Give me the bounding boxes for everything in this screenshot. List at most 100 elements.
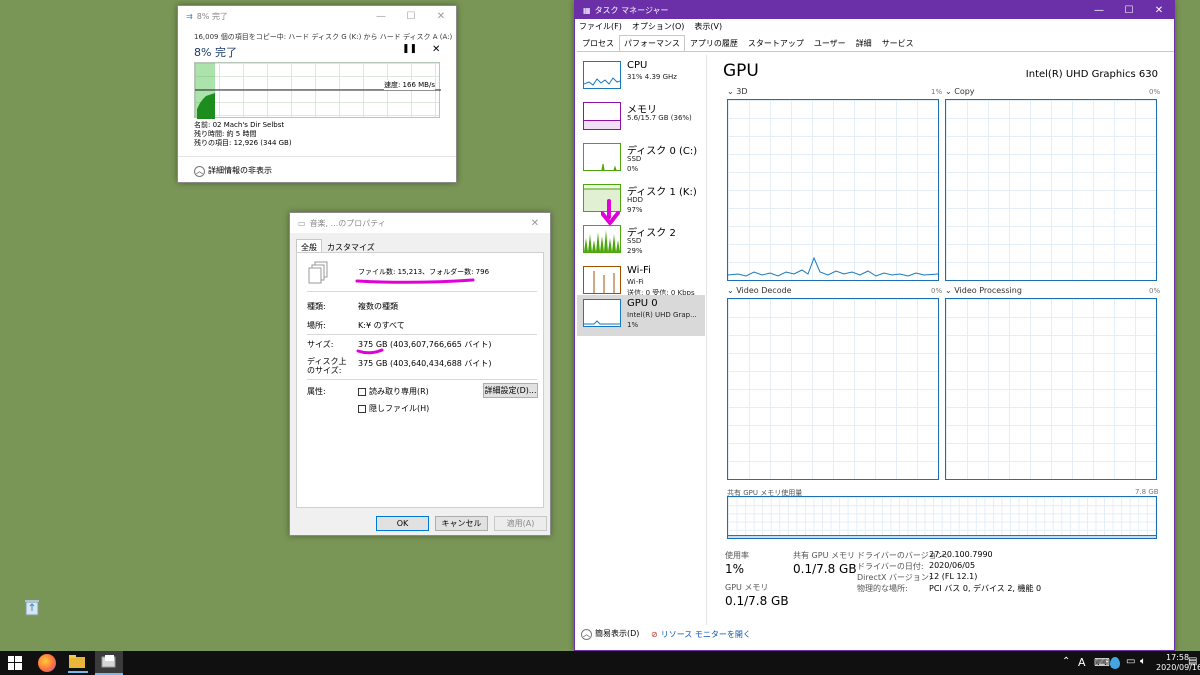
explorer-taskbar-icon[interactable] (68, 653, 88, 673)
copy-titlebar: ⇉ 8% 完了 — ☐ ✕ (178, 6, 456, 26)
copy-speed: 速度: 166 MB/s (383, 80, 435, 90)
sidebar-item-cpu[interactable]: CPU 31% 4.39 GHz (577, 57, 705, 98)
recycle-bin-icon[interactable] (22, 597, 42, 617)
cpu-sub: 31% 4.39 GHz (627, 73, 677, 81)
menu-file[interactable]: ファイル(F) (579, 21, 622, 32)
clock-time[interactable]: 17:58 (1166, 653, 1189, 662)
properties-content: ファイル数: 15,213、フォルダー数: 796 種類: 複数の種類 場所: … (296, 252, 544, 508)
disk1-sub: HDD (627, 196, 644, 204)
tab-performance[interactable]: パフォーマンス (619, 35, 685, 51)
sidebar-item-disk0[interactable]: ディスク 0 (C:) SSD 0% (577, 139, 705, 180)
network-icon[interactable]: ▭ (1126, 656, 1135, 667)
tm-titlebar: ▦ タスク マネージャー — ☐ ✕ (575, 1, 1174, 19)
chevron-up-circle-icon: ︿ (581, 629, 592, 640)
tab-services[interactable]: サービス (877, 35, 919, 51)
tab-details[interactable]: 詳細 (851, 35, 877, 51)
tab-processes[interactable]: プロセス (577, 35, 619, 51)
engine-3d-label: ⌄ 3D (727, 87, 748, 96)
start-button[interactable] (8, 656, 22, 672)
tm-maximize-button[interactable]: ☐ (1114, 1, 1144, 19)
readonly-check-box[interactable] (358, 387, 366, 396)
sidebar-item-disk2[interactable]: ディスク 2 SSD 29% (577, 221, 705, 262)
driver-date-label: ドライバーの日付: (857, 562, 924, 571)
performance-sidebar: CPU 31% 4.39 GHz メモリ 5.6/15.7 GB (36%) デ… (577, 55, 707, 625)
memory-sub: 5.6/15.7 GB (36%) (627, 114, 692, 122)
tab-app-history[interactable]: アプリの履歴 (685, 35, 743, 51)
gpu-model: Intel(R) UHD Graphics 630 (1025, 69, 1158, 80)
firefox-taskbar-icon[interactable] (38, 654, 56, 672)
disk1-val: 97% (627, 206, 643, 214)
engine-decode-pct: 0% (931, 287, 943, 295)
cancel-button[interactable]: キャンセル (435, 516, 488, 531)
collapse-3d-icon[interactable]: ⌄ (727, 87, 736, 96)
collapse-copy-icon[interactable]: ⌄ (945, 87, 954, 96)
tm-minimize-button[interactable]: — (1084, 1, 1114, 19)
tm-close-button[interactable]: ✕ (1144, 1, 1174, 19)
pause-button[interactable]: ❚❚ (402, 44, 417, 54)
sidebar-item-gpu[interactable]: GPU 0 Intel(R) UHD Grap... 1% (577, 295, 705, 336)
menu-options[interactable]: オプション(O) (632, 21, 685, 32)
highlight-underline-size (356, 348, 384, 355)
collapse-processing-icon[interactable]: ⌄ (945, 286, 954, 295)
cpu-thumbnail (583, 61, 621, 89)
ime-indicator[interactable]: A (1078, 656, 1086, 669)
apply-button[interactable]: 適用(A) (494, 516, 547, 531)
notifications-icon[interactable]: ▤ (1188, 656, 1197, 667)
files-stack-icon (307, 261, 329, 287)
tm-title: タスク マネージャー (594, 5, 669, 15)
wifi-sub: Wi-Fi (627, 278, 644, 286)
divider-2 (307, 334, 537, 335)
graph-copy (945, 99, 1157, 281)
graph-video-processing (945, 298, 1157, 480)
toggle-details-button[interactable]: ︿ 詳細情報の非表示 (194, 165, 272, 177)
readonly-checkbox[interactable]: 読み取り専用(R) (358, 386, 429, 397)
file-count: ファイル数: 15,213、フォルダー数: 796 (358, 268, 490, 276)
gpu-name: GPU 0 (627, 298, 658, 309)
simple-view-label: 簡易表示(D) (595, 629, 640, 638)
tray-overflow-icon[interactable]: ⌃ (1062, 656, 1070, 667)
minimize-button[interactable]: — (366, 6, 396, 26)
engine-processing-name: Video Processing (954, 286, 1022, 295)
cancel-copy-button[interactable]: ✕ (432, 44, 440, 55)
driver-version: 27.20.100.7990 (929, 550, 993, 559)
properties-title: 音楽, ...のプロパティ (309, 218, 386, 228)
physical-location-label: 物理的な場所: (857, 584, 908, 593)
disk0-val: 0% (627, 165, 639, 173)
keyboard-icon[interactable]: ⌨ (1094, 656, 1110, 669)
hidden-check-box[interactable] (358, 404, 366, 413)
resource-monitor-link[interactable]: ⊘ リソース モニターを開く (651, 629, 751, 640)
menu-view[interactable]: 表示(V) (694, 21, 722, 32)
graph-3d-line (728, 256, 938, 277)
task-manager-window: ▦ タスク マネージャー — ☐ ✕ ファイル(F) オプション(O) 表示(V… (574, 0, 1175, 651)
taskbar: ⌃ A ⌨ ▭ 🔈︎ 17:58 2020/09/16 ▤ (0, 651, 1200, 675)
simple-view-button[interactable]: ︿ 簡易表示(D) (581, 628, 639, 640)
highlight-underline-files (355, 278, 475, 284)
collapse-decode-icon[interactable]: ⌄ (727, 286, 736, 295)
tab-startup[interactable]: スタートアップ (743, 35, 809, 51)
copy-remaining-items: 残りの項目: 12,926 (344 GB) (194, 139, 292, 147)
highlight-arrow-icon (601, 199, 620, 225)
memory-thumbnail (583, 102, 621, 130)
location-label: 場所: (307, 321, 326, 330)
hidden-checkbox[interactable]: 隠しファイル(H) (358, 403, 429, 414)
disk2-thumbnail (583, 225, 621, 253)
dropbox-icon[interactable] (1110, 657, 1120, 669)
task-manager-icon: ▦ (583, 5, 591, 15)
close-button[interactable]: ✕ (426, 6, 456, 26)
sidebar-item-disk1[interactable]: ディスク 1 (K:) HDD 97% (577, 180, 705, 221)
location-value: K:¥ のすべて (358, 321, 405, 330)
gpumem-label: GPU メモリ (725, 583, 769, 592)
maximize-button[interactable]: ☐ (396, 6, 426, 26)
tab-users[interactable]: ユーザー (809, 35, 851, 51)
shared-mem-max: 7.8 GB (1135, 488, 1159, 496)
sidebar-item-memory[interactable]: メモリ 5.6/15.7 GB (36%) (577, 98, 705, 139)
copy-taskbar-icon[interactable] (95, 651, 123, 675)
size-label: サイズ: (307, 340, 334, 349)
gpu-val: 1% (627, 321, 639, 329)
disk0-sub: SSD (627, 155, 642, 163)
readonly-label: 読み取り専用(R) (369, 387, 429, 396)
advanced-button[interactable]: 詳細設定(D)... (483, 383, 538, 398)
volume-icon[interactable]: 🔈︎ (1140, 656, 1146, 667)
properties-close-button[interactable]: ✕ (520, 213, 550, 233)
ok-button[interactable]: OK (376, 516, 429, 531)
